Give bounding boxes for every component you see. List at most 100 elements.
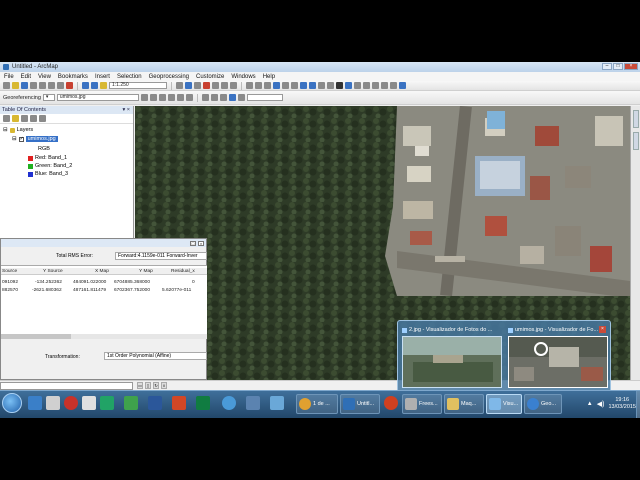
cut-icon[interactable] — [39, 82, 46, 89]
add-data-icon[interactable] — [100, 82, 107, 89]
media-icon[interactable] — [46, 396, 60, 410]
scale-select[interactable]: 1:1.250 — [109, 82, 167, 89]
volume-icon[interactable]: ◀) — [597, 400, 605, 408]
column-header[interactable]: X Map — [95, 269, 109, 274]
start-button[interactable] — [2, 393, 22, 413]
spreadsheet-icon[interactable] — [100, 396, 114, 410]
identify-icon[interactable] — [345, 82, 352, 89]
refresh-icon[interactable]: ↻ — [153, 382, 159, 389]
list-by-source-icon[interactable] — [12, 115, 19, 122]
calculator-icon[interactable] — [82, 396, 96, 410]
zoom-out-icon[interactable] — [255, 82, 262, 89]
clear-selection-icon[interactable] — [327, 82, 334, 89]
preview-thumbnail[interactable]: 2.jpg - Visualizador de Fotos do ... — [402, 326, 504, 390]
open-icon[interactable] — [12, 82, 19, 89]
table-cell[interactable]: 0 — [192, 280, 195, 285]
add-control-points-icon[interactable] — [167, 94, 175, 101]
table-cell[interactable]: 882570 — [2, 288, 18, 293]
font-size-select[interactable] — [246, 94, 283, 101]
opera-icon[interactable] — [64, 396, 78, 410]
horizontal-scrollbar[interactable] — [1, 334, 207, 339]
swipe-icon[interactable] — [237, 94, 245, 101]
measure-icon[interactable] — [363, 82, 370, 89]
editor-icon[interactable] — [176, 82, 183, 89]
layout-view-icon[interactable]: ▯ — [145, 382, 151, 389]
minimize-button[interactable]: – — [602, 63, 612, 70]
model-builder-icon[interactable] — [221, 82, 228, 89]
scrollbar-thumb[interactable] — [1, 334, 71, 339]
list-by-drawing-order-icon[interactable] — [3, 115, 10, 122]
menu-file[interactable]: File — [4, 74, 14, 80]
catalog-icon[interactable] — [185, 82, 192, 89]
task-photo-viewer[interactable]: Visu... — [486, 394, 522, 414]
task-chrome[interactable]: 1 de ... — [296, 394, 338, 414]
shift-icon[interactable] — [149, 94, 157, 101]
table-cell[interactable]: 5.62077e-011 — [162, 288, 191, 293]
search-tab[interactable] — [633, 132, 639, 150]
layer-umimos[interactable]: ⊟ ✓ umimos.jpg — [12, 136, 58, 142]
layer-collapse-icon[interactable]: ⊟ — [12, 136, 17, 142]
clock[interactable]: 19:16 13/03/2015 — [608, 397, 636, 411]
html-popup-icon[interactable] — [381, 82, 388, 89]
preview-close-icon[interactable]: × — [599, 326, 606, 333]
table-cell[interactable]: 487161.811479 — [73, 288, 106, 293]
redo-icon[interactable] — [91, 82, 98, 89]
word-icon[interactable] — [148, 396, 162, 410]
task-geo[interactable]: Geo... — [524, 394, 562, 414]
table-cell[interactable]: 6704885.368000 — [114, 280, 150, 285]
table-cell[interactable]: 6702367.752000 — [114, 288, 150, 293]
hyperlink-icon[interactable] — [372, 82, 379, 89]
viewer-icon[interactable] — [185, 94, 193, 101]
help-pointer-icon[interactable] — [230, 82, 237, 89]
menu-selection[interactable]: Selection — [117, 74, 142, 80]
transformation-select[interactable]: 1st Order Polynomial (Affine) — [104, 352, 207, 360]
georeference-layer-select[interactable]: umimos.jpg — [56, 94, 139, 101]
georeferencing-menu[interactable]: ▾ — [42, 94, 55, 101]
menu-bookmarks[interactable]: Bookmarks — [58, 74, 88, 80]
excel-icon[interactable] — [124, 396, 138, 410]
menu-windows[interactable]: Windows — [231, 74, 255, 80]
delete-icon[interactable] — [66, 82, 73, 89]
column-header[interactable]: Y Source — [43, 269, 63, 274]
fixed-zoom-out-icon[interactable] — [291, 82, 298, 89]
drawing-icon[interactable] — [201, 94, 209, 101]
save-icon[interactable] — [21, 82, 28, 89]
menu-edit[interactable]: Edit — [21, 74, 31, 80]
show-desktop-button[interactable] — [636, 391, 640, 418]
toolbox-icon[interactable] — [203, 82, 210, 89]
view-link-table-icon[interactable] — [176, 94, 184, 101]
toc-close-icon[interactable]: ▾ × — [122, 107, 130, 113]
table-cell[interactable]: 484091.022000 — [73, 280, 106, 285]
project-icon[interactable] — [196, 396, 210, 410]
notepad-icon[interactable] — [270, 396, 284, 410]
layout-icon[interactable] — [219, 94, 227, 101]
globe-icon[interactable] — [222, 396, 236, 410]
undo-icon[interactable] — [82, 82, 89, 89]
menu-view[interactable]: View — [38, 74, 51, 80]
toc-options-icon[interactable] — [39, 115, 46, 122]
search-window-icon[interactable] — [194, 82, 201, 89]
collapse-icon[interactable]: ⊟ — [3, 127, 8, 133]
show-hidden-icons-icon[interactable]: ▲ — [587, 401, 593, 407]
task-arcmap[interactable]: Untitl... — [340, 394, 380, 414]
close-button[interactable]: × — [624, 63, 638, 70]
time-slider-icon[interactable] — [390, 82, 397, 89]
preview-thumbnail[interactable]: umimos.jpg - Visualizador de Fo... — [508, 326, 610, 390]
table-cell[interactable]: 091092 — [2, 280, 18, 285]
menu-geoprocessing[interactable]: Geoprocessing — [149, 74, 189, 80]
catalog-tab[interactable] — [633, 110, 639, 128]
menu-insert[interactable]: Insert — [95, 74, 110, 80]
maximize-button[interactable]: □ — [613, 63, 623, 70]
select-features-icon[interactable] — [318, 82, 325, 89]
paste-icon[interactable] — [57, 82, 64, 89]
pan-icon[interactable] — [264, 82, 271, 89]
link-table-maximize-button[interactable]: □ — [190, 240, 196, 246]
forward-extent-icon[interactable] — [309, 82, 316, 89]
python-icon[interactable] — [212, 82, 219, 89]
new-icon[interactable] — [3, 82, 10, 89]
text-icon[interactable] — [210, 94, 218, 101]
layers-group[interactable]: ⊟ Layers — [3, 127, 33, 133]
copy-icon[interactable] — [48, 82, 55, 89]
table-cell[interactable]: -2621.680362 — [32, 288, 62, 293]
firefox-icon[interactable] — [384, 396, 398, 410]
